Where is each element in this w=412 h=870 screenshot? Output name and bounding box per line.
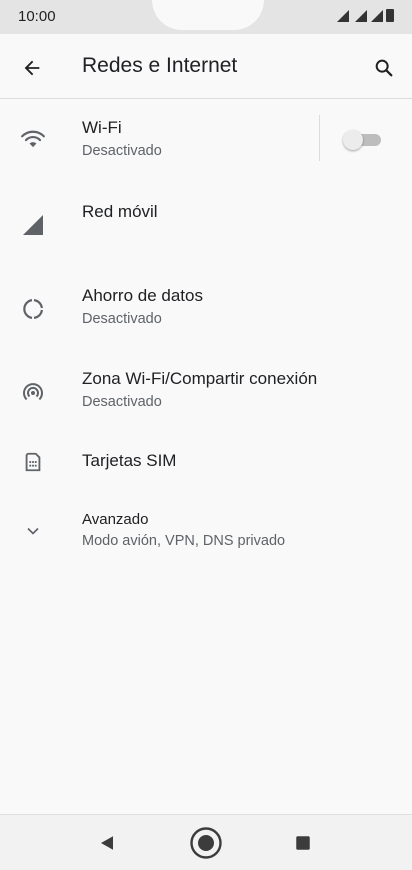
search-icon: [375, 59, 393, 77]
cellular-signal-icon: [18, 210, 48, 240]
chevron-down-icon: [18, 516, 48, 546]
advanced-summary: Modo avión, VPN, DNS privado: [82, 533, 286, 549]
list-item-mobile-network[interactable]: Red móvil: [0, 196, 412, 250]
status-time: 10:00: [18, 8, 56, 25]
status-bar: 10:00: [0, 0, 412, 34]
sim-cards-label: Tarjetas SIM: [82, 451, 177, 470]
wifi-icon: [18, 124, 48, 154]
sim-card-icon: [18, 447, 48, 477]
wifi-label: Wi-Fi: [82, 118, 122, 137]
back-button[interactable]: [14, 50, 50, 86]
toggle-thumb: [343, 130, 363, 150]
advanced-label: Avanzado: [82, 511, 149, 528]
nav-recents-button[interactable]: [283, 823, 323, 863]
page-title: Redes e Internet: [82, 54, 238, 77]
nav-home-icon: [190, 827, 222, 859]
hotspot-status: Desactivado: [82, 394, 162, 410]
list-item-advanced[interactable]: Avanzado Modo avión, VPN, DNS privado: [0, 508, 412, 556]
data-saver-status: Desactivado: [82, 311, 162, 327]
signal-icon: [337, 10, 349, 22]
list-item-data-saver[interactable]: Ahorro de datos Desactivado: [0, 280, 412, 334]
wifi-status: Desactivado: [82, 143, 162, 159]
arrow-back-icon: [24, 60, 40, 76]
divider: [319, 115, 320, 161]
nav-back-icon: [101, 836, 113, 850]
hotspot-icon: [18, 377, 48, 407]
display-notch: [152, 0, 264, 30]
nav-back-button[interactable]: [87, 823, 127, 863]
signal-icon: [355, 10, 367, 22]
signal-icon: [371, 10, 383, 22]
navigation-bar: [0, 814, 412, 870]
nav-home-button[interactable]: [186, 823, 226, 863]
list-item-sim-cards[interactable]: Tarjetas SIM: [0, 446, 412, 490]
hotspot-label: Zona Wi-Fi/Compartir conexión: [82, 369, 318, 388]
nav-recents-icon: [296, 836, 310, 850]
battery-icon: [386, 9, 394, 22]
list-item-hotspot[interactable]: Zona Wi-Fi/Compartir conexión Desactivad…: [0, 363, 412, 417]
app-bar: Redes e Internet: [0, 34, 412, 99]
data-saver-label: Ahorro de datos: [82, 286, 203, 305]
search-button[interactable]: [366, 50, 402, 86]
mobile-network-label: Red móvil: [82, 202, 158, 221]
wifi-toggle[interactable]: [343, 130, 381, 150]
data-saver-icon: [18, 294, 48, 324]
